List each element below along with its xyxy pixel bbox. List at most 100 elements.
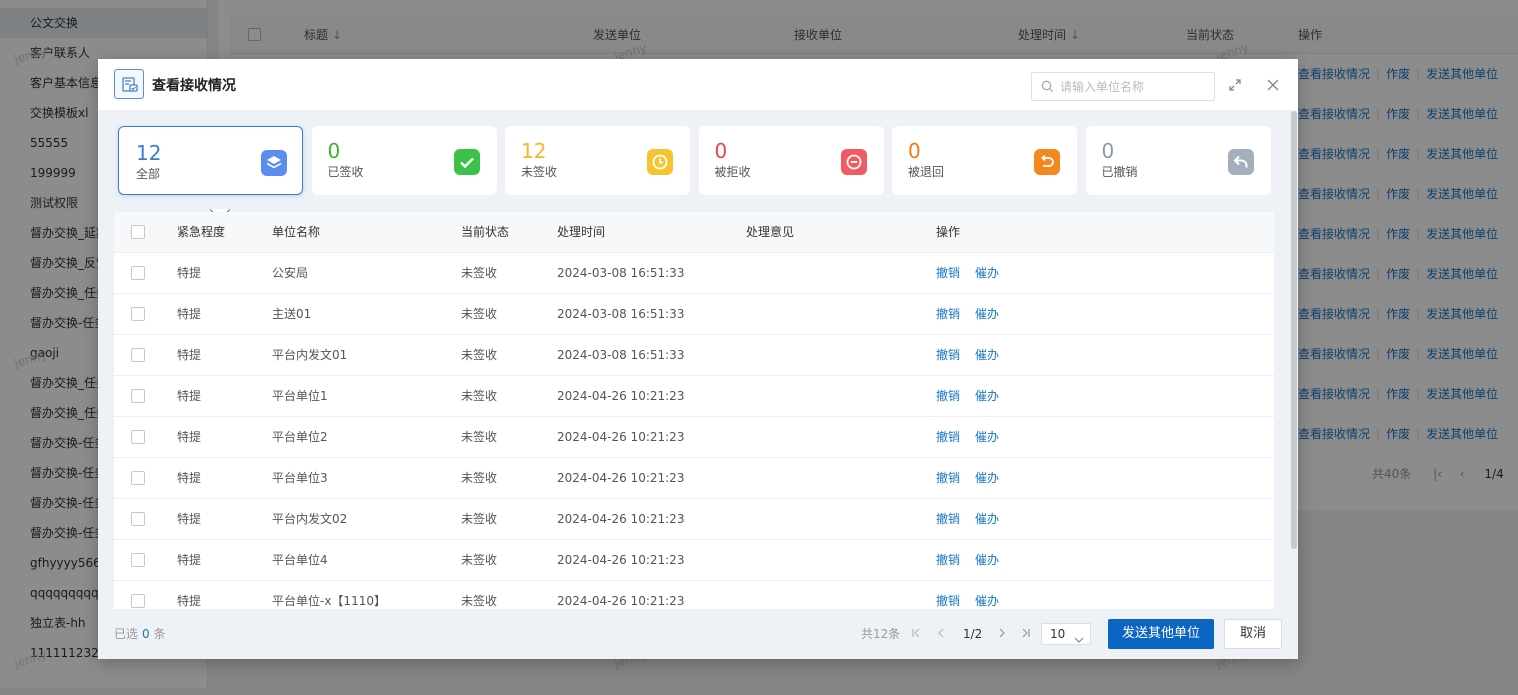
cell-time: 2024-03-08 16:51:33 [557, 266, 685, 280]
unit-search-box[interactable] [1031, 72, 1215, 101]
reject-icon [840, 149, 867, 175]
cell-unit: 平台单位1 [272, 389, 328, 403]
selected-prefix: 已选 [114, 627, 139, 641]
expand-icon[interactable] [1227, 77, 1243, 93]
table-row: 特提 平台单位2 未签收 2024-04-26 10:21:23 撤销 催办 [114, 417, 1274, 458]
urge-link[interactable]: 催办 [975, 540, 999, 581]
close-icon[interactable] [1265, 77, 1281, 93]
urge-link[interactable]: 催办 [975, 335, 999, 376]
cell-unit: 平台单位4 [272, 553, 328, 567]
row-checkbox[interactable] [131, 553, 145, 567]
cell-time: 2024-04-26 10:21:23 [557, 389, 685, 403]
revoke-link[interactable]: 撤销 [936, 335, 960, 376]
cell-urgency: 特提 [177, 389, 202, 403]
header-time: 处理时间 [557, 225, 606, 239]
revoke-link[interactable]: 撤销 [936, 417, 960, 458]
revoke-icon [1227, 149, 1254, 175]
revoke-link[interactable]: 撤销 [936, 253, 960, 294]
cell-status: 未签收 [461, 389, 498, 403]
total-count: 共12条 [861, 627, 901, 641]
cell-time: 2024-04-26 10:21:23 [557, 430, 685, 444]
send-other-units-button[interactable]: 发送其他单位 [1108, 619, 1214, 649]
status-card[interactable]: 0 已撤销 [1085, 126, 1271, 195]
header-status: 当前状态 [461, 225, 510, 239]
dialog-title: 查看接收情况 [152, 78, 236, 94]
scroll-thumb[interactable] [1291, 111, 1297, 549]
urge-link[interactable]: 催办 [975, 294, 999, 335]
cell-urgency: 特提 [177, 594, 202, 608]
status-card[interactable]: 12 全部 [118, 126, 303, 221]
table-row: 特提 公安局 未签收 2024-03-08 16:51:33 撤销 催办 [114, 253, 1274, 294]
cancel-button[interactable]: 取消 [1224, 619, 1282, 649]
revoke-link[interactable]: 撤销 [936, 376, 960, 417]
urge-link[interactable]: 催办 [975, 458, 999, 499]
table-header: 紧急程度 单位名称 当前状态 处理时间 处理意见 操作 [114, 212, 1274, 253]
urge-link[interactable]: 催办 [975, 417, 999, 458]
card-label: 被拒收 [714, 165, 751, 179]
search-icon [1041, 80, 1054, 96]
select-all-checkbox[interactable] [131, 225, 145, 239]
cell-time: 2024-03-08 16:51:33 [557, 348, 685, 362]
cell-time: 2024-04-26 10:21:23 [557, 553, 685, 567]
next-page-icon[interactable] [997, 621, 1007, 647]
card-count: 0 [1101, 139, 1115, 163]
table-row: 特提 平台内发文01 未签收 2024-03-08 16:51:33 撤销 催办 [114, 335, 1274, 376]
cell-status: 未签收 [461, 307, 498, 321]
row-checkbox[interactable] [131, 307, 145, 321]
urge-link[interactable]: 催办 [975, 499, 999, 540]
first-page-icon[interactable] [911, 621, 921, 647]
status-card[interactable]: 12 未签收 [505, 126, 690, 195]
page-indicator: 1/2 [963, 627, 983, 641]
card-label: 被退回 [908, 165, 945, 179]
urge-link[interactable]: 催办 [975, 376, 999, 417]
cell-unit: 平台内发文01 [272, 348, 348, 362]
cell-unit: 平台单位-x【1110】 [272, 594, 386, 608]
row-checkbox[interactable] [131, 430, 145, 444]
page-size-select[interactable]: 10 [1041, 623, 1091, 645]
cell-status: 未签收 [461, 430, 498, 444]
revoke-link[interactable]: 撤销 [936, 294, 960, 335]
table-row: 特提 平台单位-x【1110】 未签收 2024-04-26 10:21:23 撤销 催办 [114, 581, 1274, 609]
dialog-scrollbar[interactable] [1290, 111, 1297, 609]
row-checkbox[interactable] [131, 594, 145, 608]
cell-unit: 公安局 [272, 266, 309, 280]
cell-status: 未签收 [461, 553, 498, 567]
cell-urgency: 特提 [177, 430, 202, 444]
last-page-icon[interactable] [1021, 621, 1031, 647]
row-checkbox[interactable] [131, 348, 145, 362]
revoke-link[interactable]: 撤销 [936, 458, 960, 499]
unit-search-input[interactable] [1060, 77, 1210, 97]
table-row: 特提 平台单位3 未签收 2024-04-26 10:21:23 撤销 催办 [114, 458, 1274, 499]
urge-link[interactable]: 催办 [975, 253, 999, 294]
row-checkbox[interactable] [131, 389, 145, 403]
status-card[interactable]: 0 被拒收 [698, 126, 884, 195]
status-card[interactable]: 0 已签收 [311, 126, 497, 195]
cell-unit: 平台单位3 [272, 471, 328, 485]
card-count: 0 [327, 139, 341, 163]
cell-unit: 平台内发文02 [272, 512, 348, 526]
revoke-link[interactable]: 撤销 [936, 540, 960, 581]
receive-table: 紧急程度 单位名称 当前状态 处理时间 处理意见 操作 特提 公安局 未签收 2024… [114, 212, 1274, 609]
status-card[interactable]: 0 被退回 [892, 126, 1077, 195]
prev-page-icon[interactable] [936, 621, 946, 647]
urge-link[interactable]: 催办 [975, 581, 999, 609]
dialog-body: 12 全部 0 已签收 12 未签收 0 被拒收 0 被退回 0 已撤销 紧急程度 单位名称 当前状态… [98, 111, 1298, 609]
revoke-link[interactable]: 撤销 [936, 581, 960, 609]
cell-urgency: 特提 [177, 348, 202, 362]
row-checkbox[interactable] [131, 266, 145, 280]
cell-urgency: 特提 [177, 307, 202, 321]
cell-time: 2024-04-26 10:21:23 [557, 471, 685, 485]
card-label: 全部 [136, 167, 161, 181]
cell-status: 未签收 [461, 512, 498, 526]
table-row: 特提 主送01 未签收 2024-03-08 16:51:33 撤销 催办 [114, 294, 1274, 335]
page-size-value: 10 [1050, 627, 1066, 641]
row-checkbox[interactable] [131, 512, 145, 526]
selected-count: 0 [142, 627, 150, 641]
row-checkbox[interactable] [131, 471, 145, 485]
card-label: 已撤销 [1101, 165, 1138, 179]
cell-status: 未签收 [461, 266, 498, 280]
revoke-link[interactable]: 撤销 [936, 499, 960, 540]
cell-status: 未签收 [461, 594, 498, 608]
cell-urgency: 特提 [177, 266, 202, 280]
check-icon [453, 149, 480, 175]
